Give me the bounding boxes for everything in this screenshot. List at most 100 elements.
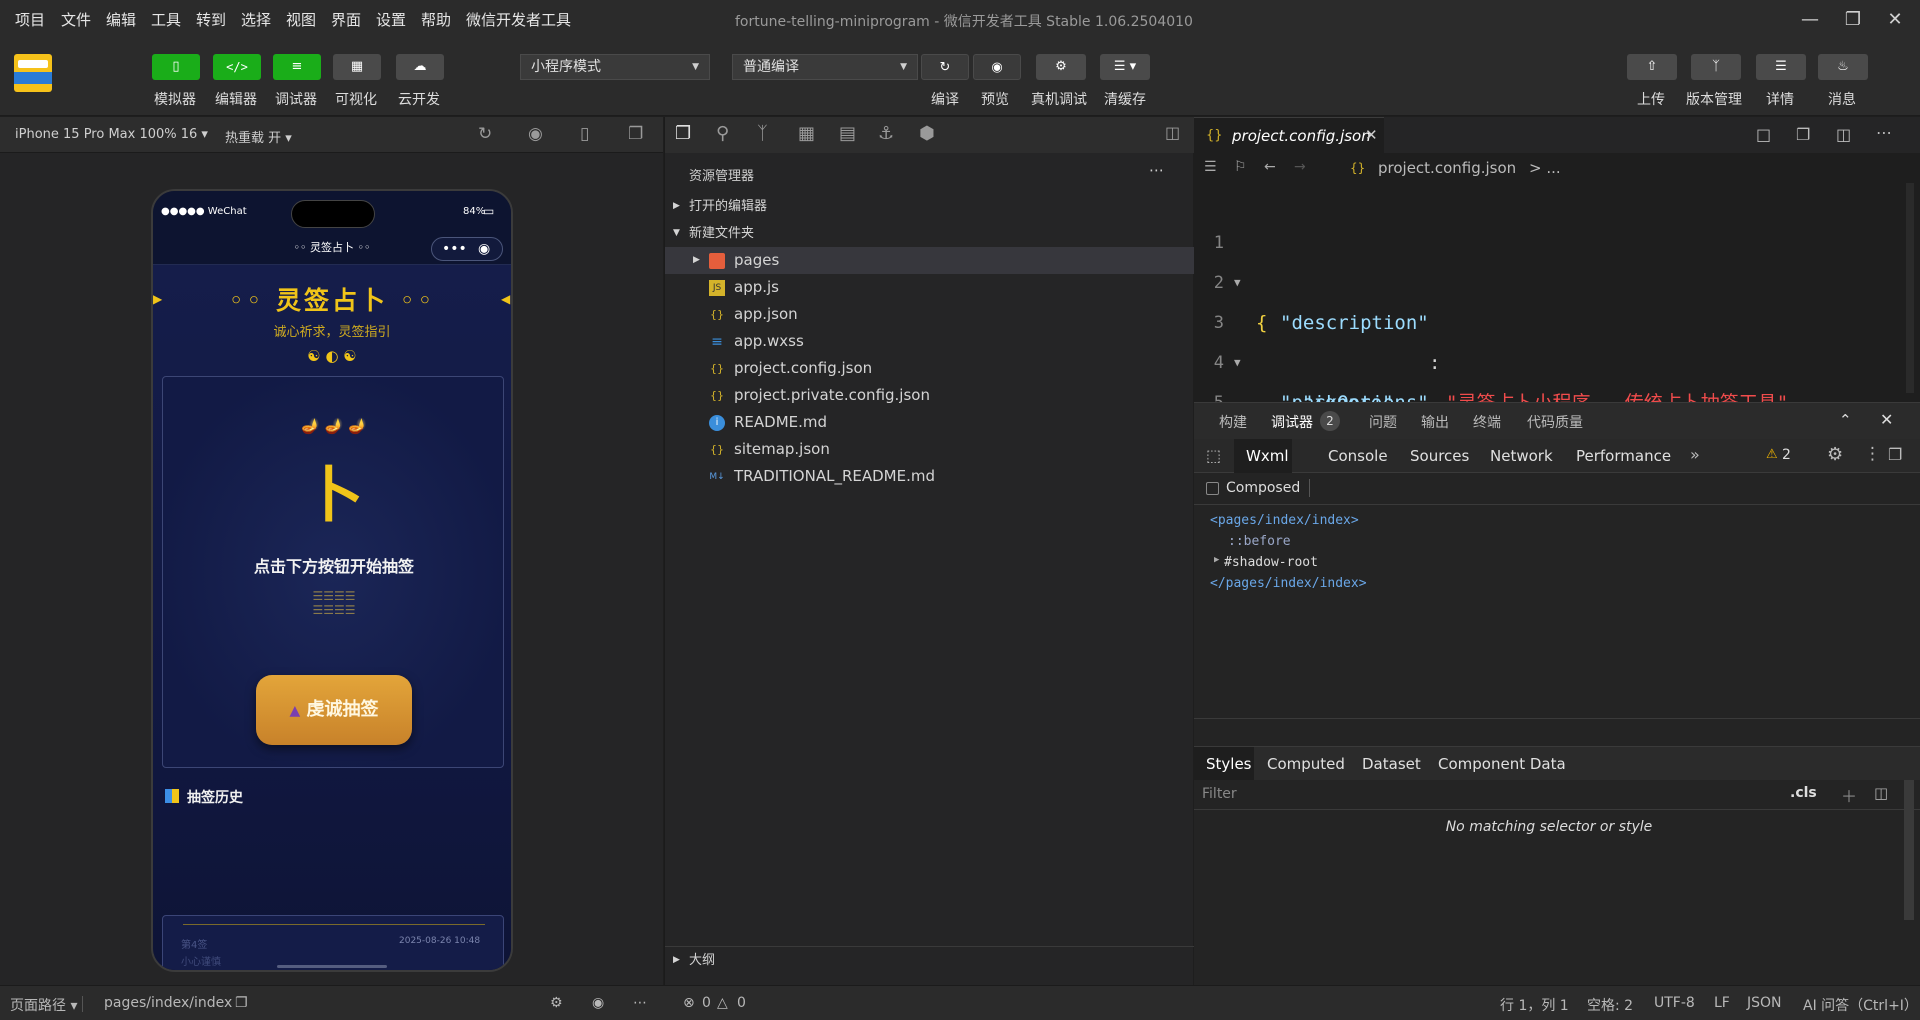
chevron-right-icon[interactable]: ▶	[1214, 555, 1219, 565]
back-icon[interactable]: ←	[1264, 159, 1276, 175]
extensions-icon[interactable]: ▦	[798, 123, 815, 144]
more-tabs-icon[interactable]: »	[1690, 445, 1700, 464]
open-file-icon[interactable]: ❐	[1796, 125, 1810, 144]
page-path[interactable]: pages/index/index	[104, 995, 232, 1011]
tree-node-shadow-root[interactable]: #shadow-root	[1224, 555, 1318, 570]
code-line[interactable]: 4 "ignore" : [],	[1194, 303, 1920, 454]
outline-section[interactable]: ▶ 大纲	[665, 946, 1194, 973]
tree-item-pages[interactable]: ▶ pages	[665, 247, 1194, 274]
composed-checkbox[interactable]	[1206, 482, 1219, 495]
draw-fortune-button[interactable]: ▲ 虔诚抽签	[256, 675, 412, 745]
close-icon[interactable]: ✕	[1880, 410, 1893, 429]
tab-debugger[interactable]: 调试器	[1271, 412, 1313, 432]
device-icon[interactable]: ▯	[580, 124, 589, 144]
files-icon[interactable]: ❐	[675, 123, 691, 144]
debugger-toggle-button[interactable]: ≡	[273, 54, 321, 80]
open-editors-section[interactable]: ▶ 打开的编辑器	[665, 193, 1194, 220]
menu-select[interactable]: 选择	[241, 9, 271, 30]
storage-icon[interactable]: ▤	[839, 123, 856, 144]
history-item[interactable]: 第4签 2025-08-26 10:48 小心谨慎 下签	[162, 915, 504, 970]
tree-node-before[interactable]: ::before	[1228, 534, 1291, 549]
compile-button[interactable]: ↻	[921, 54, 969, 80]
add-rule-icon[interactable]: ＋	[1841, 783, 1857, 807]
editor-scrollbar[interactable]	[1906, 183, 1914, 393]
code-line[interactable]: 5 "include" : []	[1194, 343, 1920, 494]
tab-computed[interactable]: Computed	[1267, 755, 1345, 773]
menu-interface[interactable]: 界面	[331, 9, 361, 30]
tree-item-project-config[interactable]: {} project.config.json	[665, 355, 1194, 382]
minimize-icon[interactable]: —	[1795, 6, 1825, 34]
upload-button[interactable]: ⇧	[1627, 54, 1677, 80]
breadcrumb-file[interactable]: project.config.json	[1378, 159, 1516, 177]
inspect-icon[interactable]: ⬚	[1206, 446, 1221, 465]
copy-icon[interactable]: ❐	[235, 995, 248, 1011]
messages-button[interactable]: ♨	[1818, 54, 1868, 80]
tree-item-app-js[interactable]: JS app.js	[665, 274, 1194, 301]
more-icon[interactable]: ⋯	[1149, 161, 1164, 179]
capsule-button[interactable]: ••• ◉	[431, 237, 503, 261]
device-select[interactable]: iPhone 15 Pro Max 100% 16 ▾	[15, 127, 208, 142]
tab-project-config[interactable]: {} project.config.json ✕	[1194, 117, 1384, 153]
more-icon[interactable]: ⋯	[1876, 123, 1892, 142]
git-icon[interactable]: ᛉ	[757, 123, 768, 144]
menu-view[interactable]: 视图	[286, 9, 316, 30]
tree-item-traditional-readme[interactable]: M↓ TRADITIONAL_README.md	[665, 463, 1194, 490]
detach-icon[interactable]: ❐	[628, 124, 643, 144]
close-icon[interactable]: ✕	[1365, 126, 1378, 144]
compile-select[interactable]: 普通编译 ▼	[732, 54, 918, 80]
tab-terminal[interactable]: 终端	[1473, 412, 1501, 432]
clear-cache-button[interactable]: ☰ ▾	[1100, 54, 1150, 80]
tree-item-app-wxss[interactable]: ≡ app.wxss	[665, 328, 1194, 355]
tab-dataset[interactable]: Dataset	[1362, 755, 1421, 773]
bug-icon[interactable]: ⚙	[550, 995, 563, 1011]
tab-sources[interactable]: Sources	[1410, 447, 1469, 465]
tab-output[interactable]: 输出	[1421, 412, 1449, 432]
forward-icon[interactable]: →	[1294, 159, 1306, 175]
language-mode[interactable]: JSON	[1747, 995, 1782, 1011]
gear-icon[interactable]: ⚙	[1827, 444, 1843, 465]
tab-problems[interactable]: 问题	[1369, 412, 1397, 432]
sidebar-toggle-icon[interactable]: ◫	[1874, 784, 1888, 802]
comment-icon[interactable]: □	[1756, 125, 1771, 144]
code-line[interactable]: 3 ▼ "packOptions" : {	[1194, 263, 1920, 454]
breadcrumb-more[interactable]: > ...	[1529, 159, 1561, 177]
tree-node-open[interactable]: <pages/index/index>	[1210, 513, 1359, 528]
editor-toggle-button[interactable]: </>	[213, 54, 261, 80]
code-line[interactable]: 1 ▼ {	[1194, 183, 1920, 334]
tree-node-close[interactable]: </pages/index/index>	[1210, 576, 1367, 591]
styles-scrollbar[interactable]	[1904, 780, 1914, 920]
menu-settings[interactable]: 设置	[376, 9, 406, 30]
tree-item-readme[interactable]: i README.md	[665, 409, 1194, 436]
ai-assistant[interactable]: AI 问答（Ctrl+I）	[1803, 995, 1918, 1015]
close-icon[interactable]: ✕	[1880, 6, 1910, 34]
tab-performance[interactable]: Performance	[1576, 447, 1671, 465]
hot-reload-toggle[interactable]: 热重载 开 ▾	[225, 127, 292, 146]
warning-icon[interactable]: △	[717, 995, 728, 1011]
tree-item-project-private-config[interactable]: {} project.private.config.json	[665, 382, 1194, 409]
menu-edit[interactable]: 编辑	[106, 9, 136, 30]
remote-debug-button[interactable]: ⚙	[1036, 54, 1086, 80]
visual-toggle-button[interactable]: ▦	[333, 54, 381, 80]
tab-console[interactable]: Console	[1328, 447, 1388, 465]
cls-button[interactable]: .cls	[1790, 785, 1817, 801]
simulator-toggle-button[interactable]: ▯	[152, 54, 200, 80]
menu-file[interactable]: 文件	[61, 9, 91, 30]
eye-icon[interactable]: ◉	[592, 995, 604, 1011]
menu-wechat-devtools[interactable]: 微信开发者工具	[466, 9, 571, 30]
dock-icon[interactable]: ❐	[1888, 445, 1902, 464]
indentation[interactable]: 空格: 2	[1587, 995, 1633, 1015]
tab-build[interactable]: 构建	[1219, 412, 1247, 432]
menu-project[interactable]: 项目	[15, 9, 45, 30]
chevron-up-icon[interactable]: ⌃	[1839, 411, 1852, 429]
menu-goto[interactable]: 转到	[196, 9, 226, 30]
more-icon[interactable]: ⋯	[633, 995, 647, 1011]
page-path-select[interactable]: 页面路径 ▾	[10, 995, 77, 1015]
tab-network[interactable]: Network	[1490, 447, 1553, 465]
line-ending[interactable]: LF	[1714, 995, 1730, 1011]
version-button[interactable]: ᛉ	[1691, 54, 1741, 80]
tab-wxml[interactable]: Wxml	[1234, 439, 1292, 473]
filter-input[interactable]: Filter	[1202, 786, 1237, 802]
encoding[interactable]: UTF-8	[1654, 995, 1695, 1011]
bookmark-icon[interactable]: ⚐	[1234, 159, 1247, 175]
tree-item-sitemap[interactable]: {} sitemap.json	[665, 436, 1194, 463]
